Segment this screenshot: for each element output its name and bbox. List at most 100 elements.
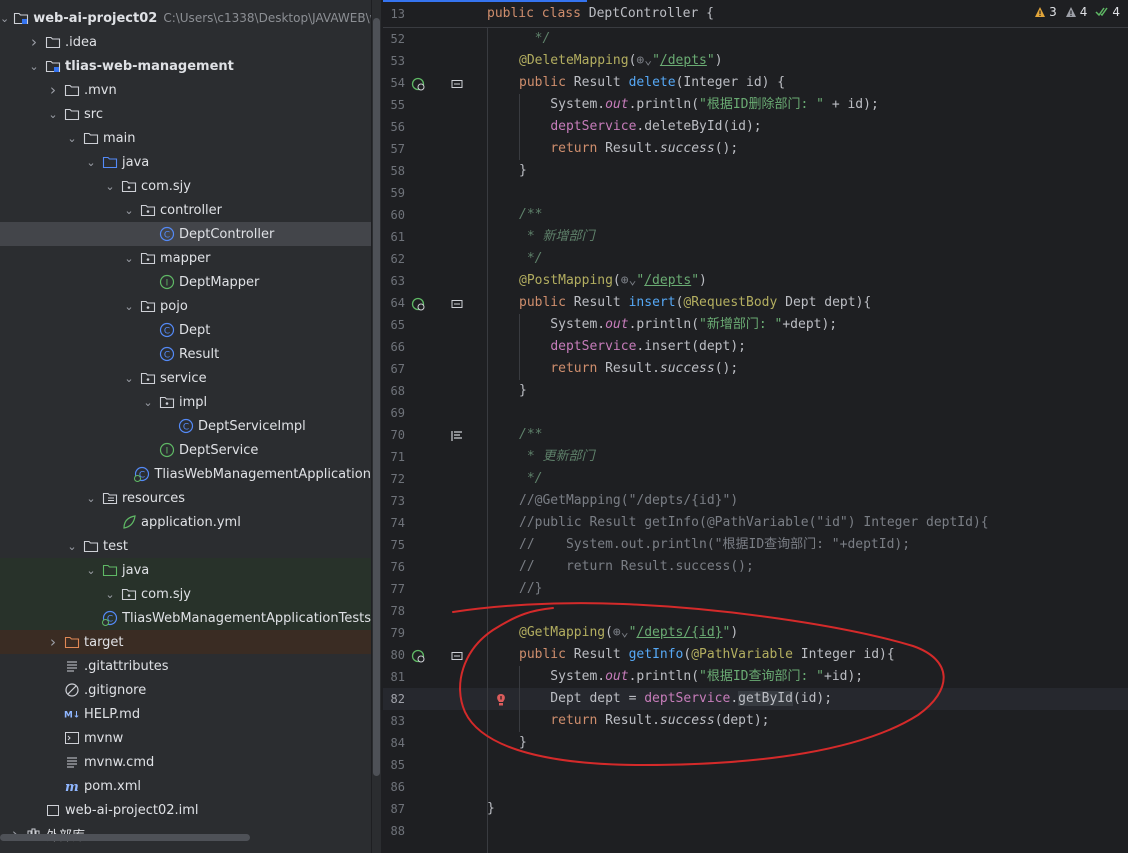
code-line[interactable]: 81 System.out.println("根据ID查询部门: "+id);: [383, 666, 1128, 688]
chevron-down-icon[interactable]: ⌄: [46, 107, 60, 121]
code-line[interactable]: 78: [383, 600, 1128, 622]
spring-web-icon[interactable]: [411, 76, 425, 91]
code-line[interactable]: 57 return Result.success();: [383, 138, 1128, 160]
chevron-down-icon[interactable]: ⌄: [103, 179, 117, 193]
chevron-down-icon[interactable]: ⌄: [84, 563, 98, 577]
code-line[interactable]: 63 @PostMapping(⊕⌄"/depts"): [383, 270, 1128, 292]
tree-item[interactable]: C DeptServiceImpl: [0, 414, 371, 438]
tree-item[interactable]: ⌄ com.sjy: [0, 174, 371, 198]
tree-item[interactable]: C TliasWebManagementApplicationTests: [0, 606, 371, 630]
code-line[interactable]: 82 Dept dept = deptService.getById(id);: [383, 688, 1128, 710]
tree-item[interactable]: web-ai-project02.iml: [0, 798, 371, 822]
code-line[interactable]: 55 System.out.println("根据ID删除部门: " + id)…: [383, 94, 1128, 116]
code-line[interactable]: 86: [383, 776, 1128, 798]
chevron-down-icon[interactable]: ⌄: [84, 491, 98, 505]
code-line[interactable]: 56 deptService.deleteById(id);: [383, 116, 1128, 138]
code-line[interactable]: 69: [383, 402, 1128, 424]
tree-item[interactable]: .gitignore: [0, 678, 371, 702]
chevron-right-icon[interactable]: ›: [46, 633, 60, 651]
tree-item[interactable]: I DeptService: [0, 438, 371, 462]
project-tree-horizontal-scrollbar[interactable]: [0, 834, 250, 841]
code-line[interactable]: 77 //}: [383, 578, 1128, 600]
project-tree-vertical-scrollbar[interactable]: [372, 0, 381, 853]
code-line[interactable]: 85: [383, 754, 1128, 776]
error-bulb-icon[interactable]: [494, 692, 508, 706]
tree-item[interactable]: ⌄ web-ai-project02 C:\Users\c1338\Desktop\…: [0, 6, 371, 30]
tree-item[interactable]: C DeptController: [0, 222, 371, 246]
code-line[interactable]: 59: [383, 182, 1128, 204]
code-line[interactable]: 79 @GetMapping(⊕⌄"/depts/{id}"): [383, 622, 1128, 644]
tree-item[interactable]: ⌄ java: [0, 150, 371, 174]
scrollbar-thumb[interactable]: [373, 18, 380, 776]
chevron-down-icon[interactable]: ⌄: [65, 131, 79, 145]
chevron-right-icon[interactable]: ›: [27, 33, 41, 51]
tree-item[interactable]: .gitattributes: [0, 654, 371, 678]
tree-item[interactable]: C Result: [0, 342, 371, 366]
code-line[interactable]: 64 public Result insert(@RequestBody Dept…: [383, 292, 1128, 314]
spring-web-icon[interactable]: [411, 648, 425, 663]
code-line[interactable]: 71 * 更新部门: [383, 446, 1128, 468]
tree-item[interactable]: application.yml: [0, 510, 371, 534]
chevron-down-icon[interactable]: ⌄: [103, 587, 117, 601]
chevron-down-icon[interactable]: ⌄: [0, 11, 9, 25]
impl-icon[interactable]: [450, 296, 464, 310]
chevron-down-icon[interactable]: ⌄: [122, 299, 136, 313]
chevron-down-icon[interactable]: ⌄: [27, 59, 41, 73]
tree-item[interactable]: m pom.xml: [0, 774, 371, 798]
code-line[interactable]: 65 System.out.println("新增部门: "+dept);: [383, 314, 1128, 336]
code-line[interactable]: 62 */: [383, 248, 1128, 270]
code-line[interactable]: 76 // return Result.success();: [383, 556, 1128, 578]
code-line[interactable]: 73 //@GetMapping("/depts/{id}"): [383, 490, 1128, 512]
chevron-down-icon[interactable]: ⌄: [84, 155, 98, 169]
tree-item[interactable]: › target: [0, 630, 371, 654]
chevron-down-icon[interactable]: ⌄: [122, 203, 136, 217]
chevron-down-icon[interactable]: ⌄: [65, 539, 79, 553]
tree-item[interactable]: ⌄ src: [0, 102, 371, 126]
tree-item[interactable]: › .mvn: [0, 78, 371, 102]
tree-item[interactable]: mvnw: [0, 726, 371, 750]
spring-web-icon[interactable]: [411, 296, 425, 311]
tree-item[interactable]: ⌄ java: [0, 558, 371, 582]
code-line[interactable]: 72 */: [383, 468, 1128, 490]
tree-item[interactable]: ⌄ mapper: [0, 246, 371, 270]
chevron-right-icon[interactable]: ›: [46, 81, 60, 99]
chevron-down-icon[interactable]: ⌄: [141, 395, 155, 409]
code-line[interactable]: 61 * 新增部门: [383, 226, 1128, 248]
sticky-scroll-header[interactable]: 13 public class DeptController { 3 4 4: [383, 0, 1128, 28]
code-line[interactable]: 66 deptService.insert(dept);: [383, 336, 1128, 358]
code-line[interactable]: 58}: [383, 160, 1128, 182]
inspection-widget[interactable]: 3 4 4: [1034, 5, 1120, 19]
weak-warning-count[interactable]: 4: [1065, 5, 1087, 19]
code-line[interactable]: 80 public Result getInfo(@PathVariable In…: [383, 644, 1128, 666]
code-line[interactable]: 53 @DeleteMapping(⊕⌄"/depts"): [383, 50, 1128, 72]
tree-item[interactable]: ⌄ tlias-web-management: [0, 54, 371, 78]
tree-item[interactable]: ⌄ pojo: [0, 294, 371, 318]
tree-item[interactable]: ⌄ controller: [0, 198, 371, 222]
tree-item[interactable]: › .idea: [0, 30, 371, 54]
tree-item[interactable]: ⌄ service: [0, 366, 371, 390]
code-line[interactable]: 67 return Result.success();: [383, 358, 1128, 380]
tree-item[interactable]: ⌄ main: [0, 126, 371, 150]
tree-item[interactable]: ⌄ impl: [0, 390, 371, 414]
tree-item[interactable]: mvnw.cmd: [0, 750, 371, 774]
code-line[interactable]: 88: [383, 820, 1128, 842]
code-line[interactable]: 54 public Result delete(Integer id) {: [383, 72, 1128, 94]
tree-item[interactable]: ⌄ com.sjy: [0, 582, 371, 606]
code-line[interactable]: 84}: [383, 732, 1128, 754]
impl-icon[interactable]: [450, 648, 464, 662]
code-line[interactable]: 60 /**: [383, 204, 1128, 226]
code-line[interactable]: 70 /**: [383, 424, 1128, 446]
impl-icon[interactable]: [450, 76, 464, 90]
ok-count[interactable]: 4: [1095, 5, 1120, 19]
tree-item[interactable]: M↓ HELP.md: [0, 702, 371, 726]
code-line[interactable]: 75 // System.out.println("根据ID查询部门: "+dep…: [383, 534, 1128, 556]
code-line[interactable]: 68}: [383, 380, 1128, 402]
chevron-down-icon[interactable]: ⌄: [122, 371, 136, 385]
panel-divider[interactable]: [381, 0, 382, 853]
code-line[interactable]: 87}: [383, 798, 1128, 820]
chevron-down-icon[interactable]: ⌄: [122, 251, 136, 265]
tree-item[interactable]: ⌄ resources: [0, 486, 371, 510]
tree-item[interactable]: ⌄ test: [0, 534, 371, 558]
tree-item[interactable]: I DeptMapper: [0, 270, 371, 294]
code-line[interactable]: 52 */: [383, 28, 1128, 50]
